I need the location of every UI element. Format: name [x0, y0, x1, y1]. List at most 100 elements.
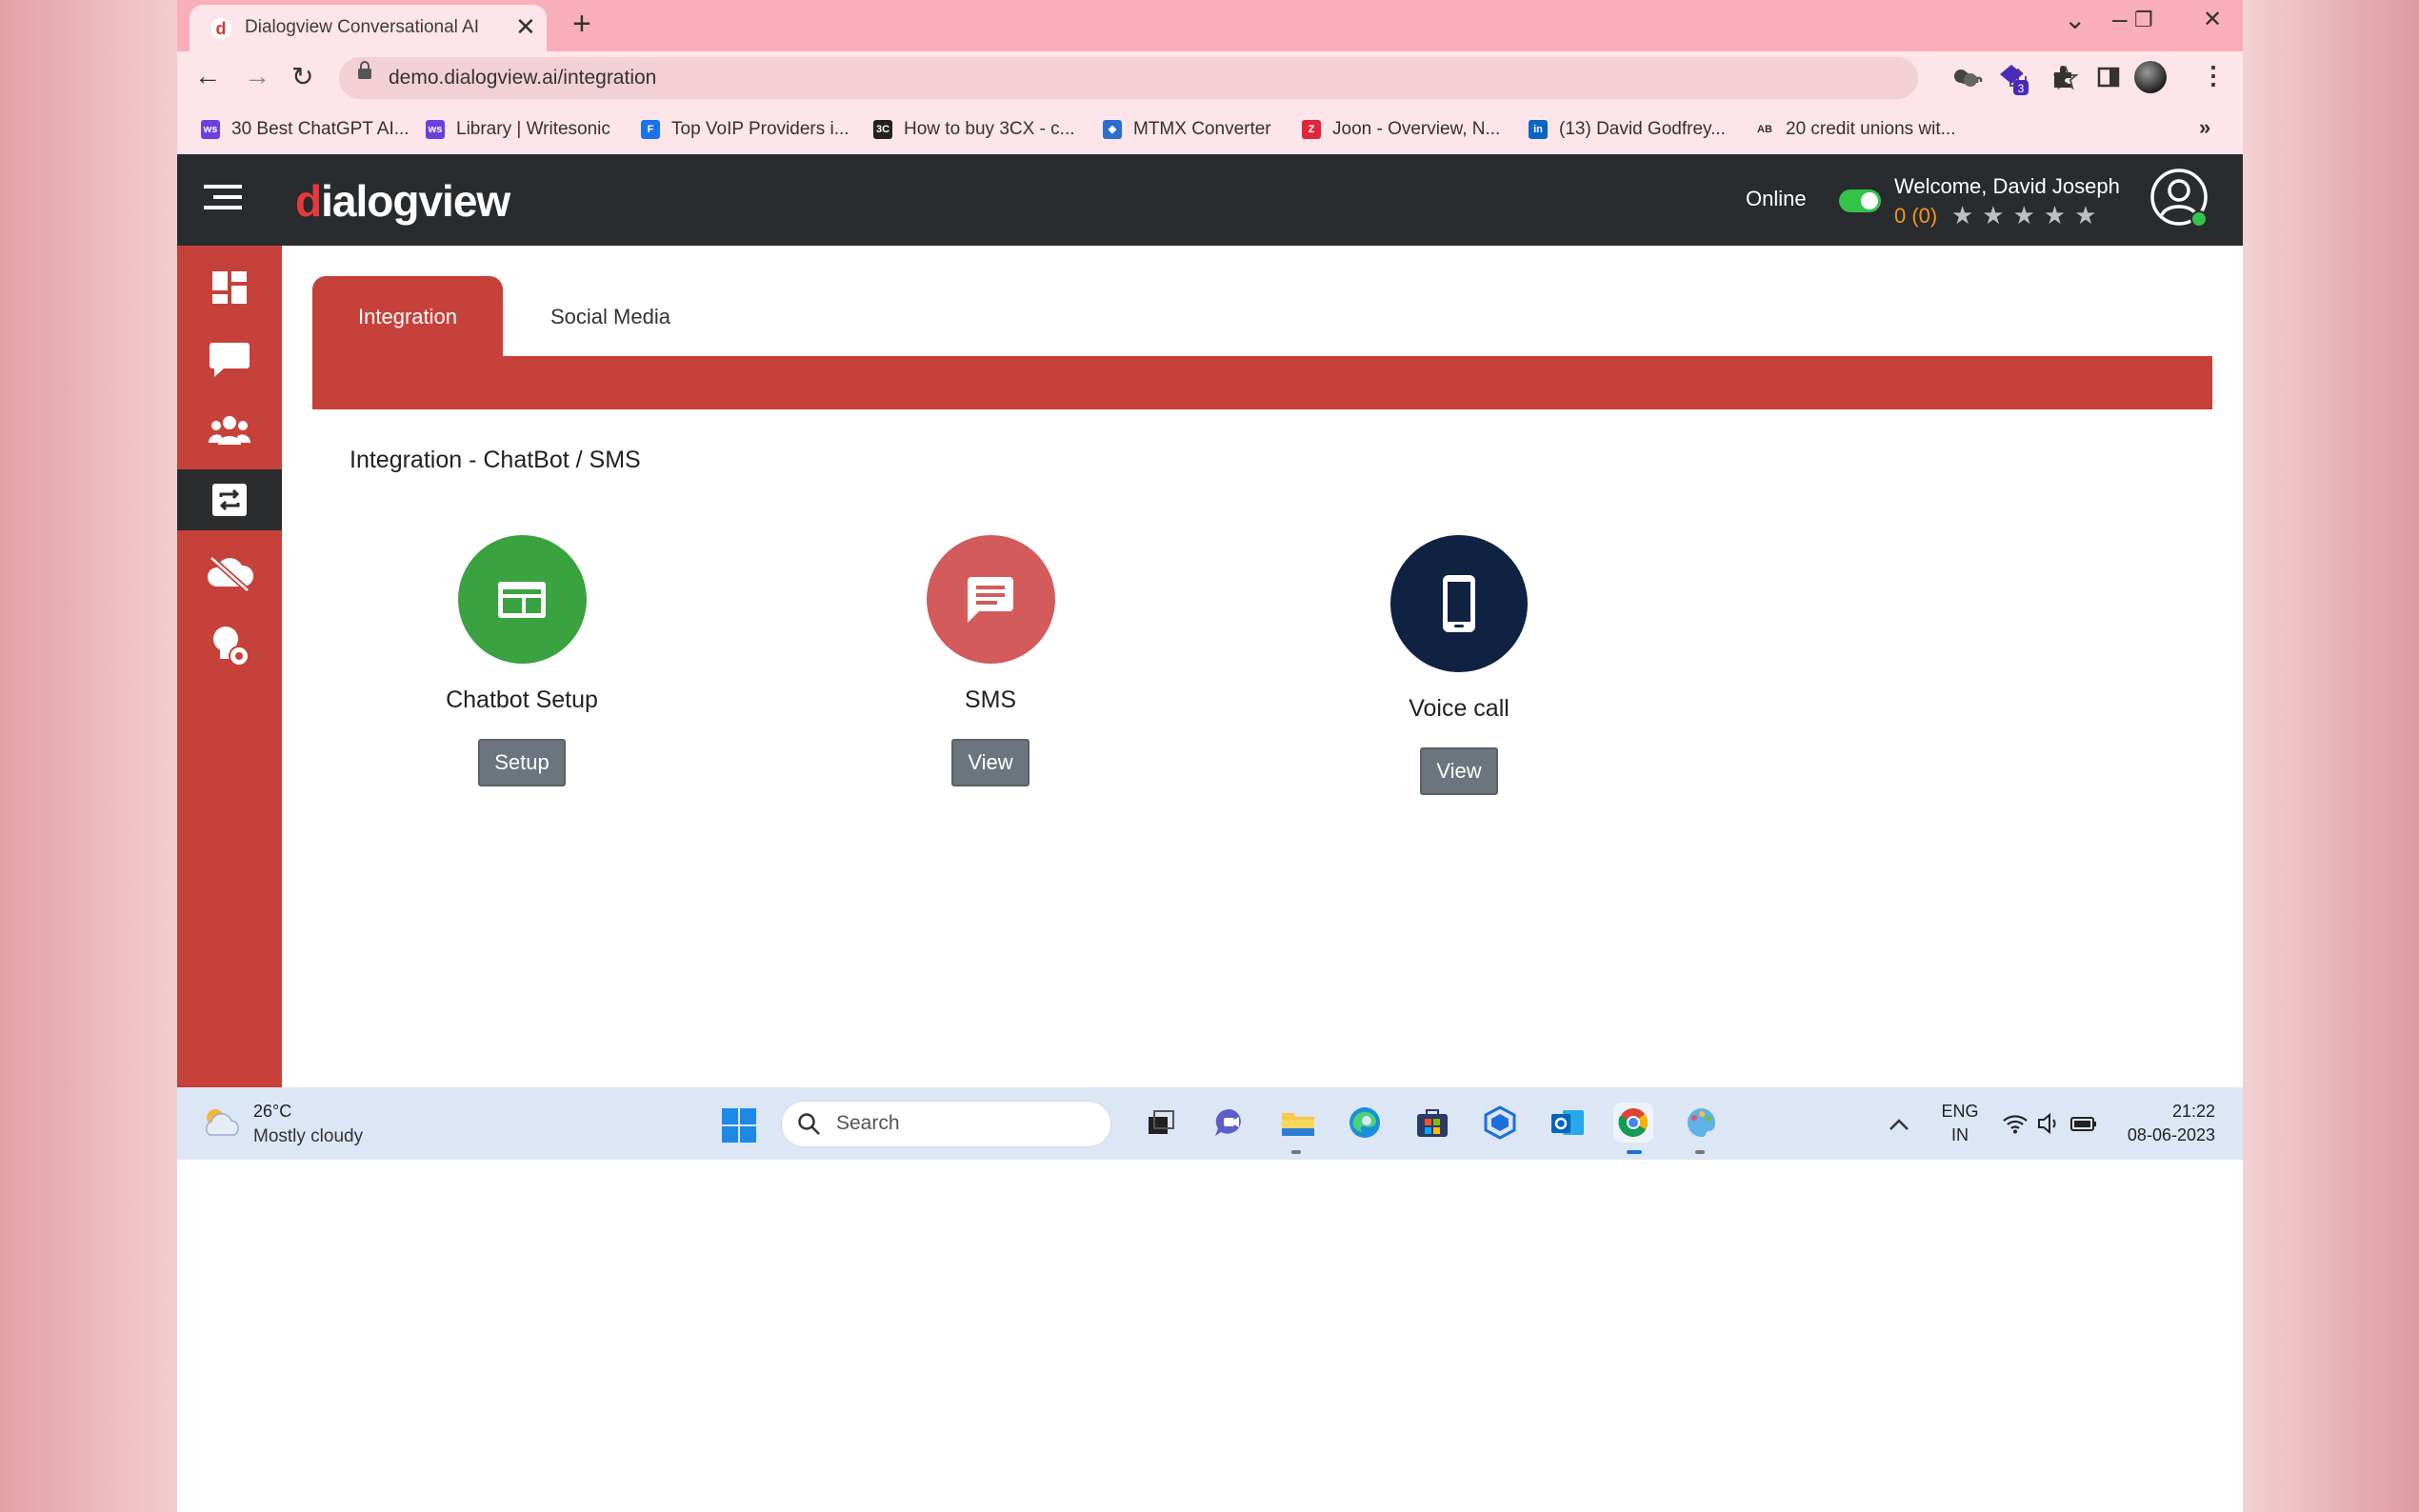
bookmark-item[interactable]: Z Joon - Overview, N... — [1302, 116, 1500, 143]
new-tab-button[interactable]: + — [572, 6, 591, 43]
taskbar-search-input[interactable]: Search — [781, 1101, 1111, 1147]
teams-icon[interactable] — [1210, 1103, 1250, 1143]
bookmark-item[interactable]: ws 30 Best ChatGPT AI... — [201, 116, 410, 143]
paint-icon[interactable] — [1681, 1103, 1721, 1143]
chevron-up-icon[interactable] — [1889, 1118, 1909, 1131]
sms-icon — [926, 535, 1055, 664]
store-icon[interactable] — [1412, 1103, 1452, 1143]
language-indicator[interactable]: ENG — [1936, 1102, 1984, 1122]
sidebar-item-dashboard[interactable] — [177, 257, 282, 318]
bookmark-label: Joon - Overview, N... — [1332, 119, 1501, 139]
sidebar-item-integration[interactable] — [177, 469, 282, 530]
search-icon — [798, 1113, 820, 1135]
bookmark-item[interactable]: ws Library | Writesonic — [426, 116, 610, 143]
menu-icon[interactable]: ⋮ — [2201, 61, 2226, 90]
bookmark-label: 30 Best ChatGPT AI... — [231, 119, 410, 139]
file-explorer-icon[interactable] — [1278, 1103, 1318, 1143]
user-avatar-icon[interactable] — [2149, 168, 2212, 230]
bookmark-label: Top VoIP Providers i... — [671, 119, 850, 139]
volume-icon[interactable] — [2036, 1112, 2061, 1135]
chrome-icon[interactable] — [1613, 1103, 1653, 1143]
bookmark-item[interactable]: AB 20 credit unions wit... — [1755, 116, 1955, 143]
sidebar-item-chat[interactable] — [177, 329, 282, 390]
browser-tab[interactable]: d Dialogview Conversational AI ✕ — [190, 5, 547, 51]
region-indicator[interactable]: IN — [1936, 1125, 1984, 1145]
sms-card: SMS View — [848, 535, 1133, 786]
edge-icon[interactable] — [1345, 1103, 1385, 1143]
users-icon — [209, 416, 250, 445]
browser-window: d Dialogview Conversational AI ✕ + ⌄ – ❐… — [177, 0, 2243, 1512]
clock-date[interactable]: 08-06-2023 — [2101, 1125, 2215, 1145]
document-icon: F — [641, 120, 660, 139]
extension-badge-icon[interactable]: 3 — [1998, 63, 2030, 95]
tab-search-icon[interactable]: ⌄ — [2064, 4, 2086, 35]
forward-button[interactable]: → — [244, 61, 270, 91]
bookmark-item[interactable]: ◆ MTMX Converter — [1103, 116, 1271, 143]
profile-icon[interactable] — [2134, 61, 2167, 93]
bookmarks-overflow-button[interactable]: » — [2199, 115, 2210, 140]
online-toggle[interactable] — [1839, 189, 1881, 212]
running-indicator — [1695, 1150, 1705, 1154]
logo-rest: ialogview — [321, 176, 510, 226]
chatbot-icon — [457, 535, 587, 664]
bookmark-label: 20 credit unions wit... — [1786, 119, 1956, 139]
dashboard-icon — [212, 271, 247, 304]
welcome-text: Welcome, David Joseph — [1894, 174, 2120, 198]
sidebar-item-cloud[interactable] — [177, 543, 282, 604]
start-button[interactable] — [722, 1108, 756, 1143]
chatbot-setup-card: Chatbot Setup Setup — [379, 535, 665, 786]
bookmark-item[interactable]: in (13) David Godfrey... — [1529, 116, 1726, 143]
writesonic-icon: ws — [426, 120, 445, 139]
sidebar-item-settings[interactable] — [177, 615, 282, 676]
weather-icon[interactable] — [202, 1106, 242, 1139]
extension-icon[interactable] — [1951, 65, 1980, 91]
tab-integration[interactable]: Integration — [312, 276, 503, 358]
puzzle-icon[interactable] — [2050, 65, 2075, 90]
bookmark-item[interactable]: 3C How to buy 3CX - c... — [873, 116, 1075, 143]
voice-call-view-button[interactable]: View — [1420, 747, 1498, 795]
voice-call-card: Voice call View — [1316, 535, 1602, 795]
weather-condition[interactable]: Mostly cloudy — [253, 1126, 363, 1147]
card-label: SMS — [964, 686, 1017, 713]
search-placeholder: Search — [836, 1112, 900, 1134]
close-window-button[interactable]: ✕ — [2203, 6, 2222, 33]
section-title: Integration - ChatBot / SMS — [350, 447, 641, 473]
outlook-icon[interactable] — [1548, 1103, 1588, 1143]
dialogview-favicon-icon: d — [210, 18, 231, 39]
back-button[interactable]: ← — [194, 61, 221, 91]
weather-temperature[interactable]: 26°C — [253, 1102, 291, 1122]
integration-icon — [212, 484, 247, 516]
3cx-icon: 3C — [873, 120, 892, 139]
bookmark-item[interactable]: F Top VoIP Providers i... — [641, 116, 850, 143]
card-label: Voice call — [1409, 695, 1509, 722]
running-indicator — [1291, 1150, 1301, 1154]
lock-icon[interactable] — [358, 61, 371, 79]
task-view-icon[interactable] — [1142, 1103, 1182, 1143]
rating-count: 0 (0) — [1894, 204, 1938, 228]
bookmark-label: How to buy 3CX - c... — [904, 119, 1075, 139]
tab-close-icon[interactable]: ✕ — [515, 12, 536, 42]
setup-button[interactable]: Setup — [478, 739, 566, 786]
clock-time[interactable]: 21:22 — [2120, 1102, 2215, 1122]
linkedin-icon: in — [1529, 120, 1548, 139]
minimize-button[interactable]: – — [2112, 4, 2128, 34]
vpn-icon[interactable] — [1480, 1103, 1520, 1143]
wifi-icon[interactable] — [2002, 1113, 2029, 1134]
tab-social-media[interactable]: Social Media — [550, 305, 670, 329]
battery-icon[interactable] — [2069, 1114, 2098, 1133]
sidepanel-icon[interactable] — [2097, 66, 2120, 89]
url-text[interactable]: demo.dialogview.ai/integration — [389, 67, 656, 90]
sms-view-button[interactable]: View — [951, 739, 1030, 786]
tab-header-bar — [312, 356, 2212, 409]
windows-logo-icon — [722, 1108, 738, 1124]
dialogview-logo[interactable]: dialogview — [295, 175, 510, 227]
menu-toggle-icon[interactable] — [204, 185, 242, 217]
reload-button[interactable]: ↻ — [291, 61, 313, 92]
address-bar[interactable]: demo.dialogview.ai/integration — [339, 57, 2078, 99]
active-indicator — [1627, 1150, 1642, 1154]
sidebar-item-users[interactable] — [177, 400, 282, 461]
bookmark-label: Library | Writesonic — [456, 119, 610, 139]
mtmx-icon: ◆ — [1103, 120, 1122, 139]
rating-stars: ★★★★★ — [1951, 201, 2106, 229]
restore-button[interactable]: ❐ — [2134, 8, 2153, 32]
